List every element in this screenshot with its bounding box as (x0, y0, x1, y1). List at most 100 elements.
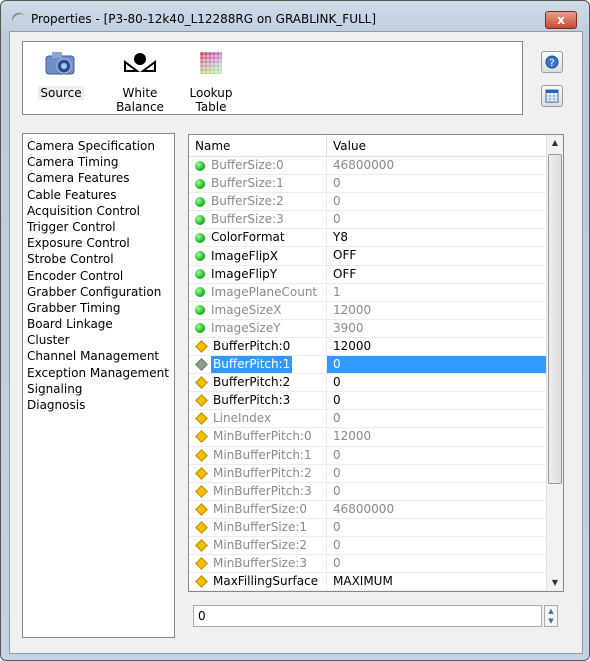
property-name-cell[interactable]: BufferPitch:0 (189, 337, 327, 356)
property-value-cell[interactable]: 0 (327, 555, 547, 572)
scroll-up-arrow[interactable]: ▲ (547, 138, 563, 147)
property-value-cell[interactable]: Y8 (327, 229, 547, 246)
property-value-cell[interactable]: 0 (327, 175, 547, 192)
property-name-cell[interactable]: BufferPitch:2 (189, 374, 327, 392)
table-row[interactable]: ColorFormat Y8 (189, 229, 547, 248)
property-value-cell[interactable]: OFF (327, 266, 547, 283)
property-value-cell[interactable]: 0 (327, 374, 547, 391)
property-value-cell[interactable]: 3900 (327, 320, 547, 337)
property-value-cell[interactable]: 0 (327, 519, 547, 536)
column-header-name[interactable]: Name (189, 135, 327, 156)
category-item[interactable]: Camera Timing (27, 154, 174, 170)
category-item[interactable]: Board Linkage (27, 316, 174, 332)
column-header-value[interactable]: Value (327, 135, 366, 156)
property-name-cell[interactable]: BufferSize:2 (189, 193, 327, 211)
table-row[interactable]: LineIndex 0 (189, 410, 547, 429)
table-row[interactable]: MinBufferPitch:3 0 (189, 482, 547, 501)
property-name-cell[interactable]: LineIndex (189, 410, 327, 428)
tool-white-balance[interactable]: White Balance (111, 48, 169, 114)
table-row[interactable]: BufferPitch:1 0 (189, 356, 547, 375)
category-item[interactable]: Exposure Control (27, 235, 174, 251)
category-item[interactable]: Camera Specification (27, 138, 174, 154)
spin-up-icon[interactable]: ▲ (545, 606, 557, 616)
property-value-cell[interactable]: 0 (327, 447, 547, 464)
value-spinner[interactable]: ▲ ▼ (544, 605, 558, 627)
category-item[interactable]: Encoder Control (27, 268, 174, 284)
property-name-cell[interactable]: ImageFlipY (189, 265, 327, 283)
table-view-button[interactable] (541, 85, 563, 107)
table-row[interactable]: BufferSize:3 0 (189, 211, 547, 230)
table-row[interactable]: MinBufferSize:0 46800000 (189, 500, 547, 519)
property-value-cell[interactable]: 0 (327, 211, 547, 228)
property-name-cell[interactable]: ImagePlaneCount (189, 283, 327, 301)
property-value-cell[interactable]: 0 (327, 356, 547, 374)
property-name-cell[interactable]: MinBufferSize:3 (189, 555, 327, 573)
property-name-cell[interactable]: MinBufferPitch:1 (189, 446, 327, 464)
property-value-cell[interactable]: 0 (327, 465, 547, 482)
category-item[interactable]: Diagnosis (27, 397, 174, 413)
property-value-cell[interactable]: 12000 (327, 338, 547, 355)
category-item[interactable]: Grabber Timing (27, 300, 174, 316)
property-name-cell[interactable]: BufferSize:3 (189, 211, 327, 229)
category-item[interactable]: Acquisition Control (27, 203, 174, 219)
table-row[interactable]: BufferSize:0 46800000 (189, 157, 547, 176)
table-row[interactable]: BufferPitch:2 0 (189, 374, 547, 393)
table-row[interactable]: BufferPitch:3 0 (189, 392, 547, 411)
property-name-cell[interactable]: MinBufferPitch:0 (189, 428, 327, 446)
property-value-cell[interactable]: 1 (327, 284, 547, 301)
property-value-cell[interactable]: OFF (327, 247, 547, 264)
table-row[interactable]: ImageFlipX OFF (189, 247, 547, 266)
tool-lookup-table[interactable]: Lookup Table (181, 48, 241, 114)
table-row[interactable]: MinBufferSize:1 0 (189, 518, 547, 537)
property-value-cell[interactable]: 0 (327, 537, 547, 554)
help-button[interactable]: ? (541, 51, 563, 73)
property-name-cell[interactable]: ImageSizeX (189, 301, 327, 319)
category-item[interactable]: Trigger Control (27, 219, 174, 235)
property-value-cell[interactable]: 12000 (327, 428, 547, 445)
close-button[interactable]: x (545, 11, 577, 29)
category-item[interactable]: Camera Features (27, 170, 174, 186)
property-value-cell[interactable]: 46800000 (327, 501, 547, 518)
spin-down-icon[interactable]: ▼ (545, 616, 557, 626)
property-value-cell[interactable]: 12000 (327, 302, 547, 319)
table-row[interactable]: BufferPitch:0 12000 (189, 337, 547, 357)
table-row[interactable]: BufferSize:1 0 (189, 175, 547, 194)
property-name-cell[interactable]: MaxFillingSurface (189, 573, 327, 591)
table-row[interactable]: MinBufferSize:3 0 (189, 555, 547, 574)
property-name-cell[interactable]: MinBufferPitch:3 (189, 482, 327, 500)
scroll-down-arrow[interactable]: ▼ (547, 578, 563, 587)
property-name-cell[interactable]: ImageFlipX (189, 247, 327, 265)
vertical-scrollbar[interactable]: ▲ ▼ (546, 135, 563, 591)
table-row[interactable]: ImageSizeY 3900 (189, 319, 547, 338)
table-row[interactable]: BufferSize:2 0 (189, 193, 547, 212)
table-row[interactable]: MinBufferPitch:0 12000 (189, 428, 547, 447)
table-row[interactable]: ImagePlaneCount 1 (189, 283, 547, 302)
category-item[interactable]: Channel Management (27, 348, 174, 364)
category-item[interactable]: Cable Features (27, 187, 174, 203)
property-name-cell[interactable]: MinBufferSize:2 (189, 536, 327, 555)
property-name-cell[interactable]: BufferPitch:1 (189, 356, 327, 374)
property-name-cell[interactable]: BufferSize:1 (189, 175, 327, 193)
property-value-cell[interactable]: 0 (327, 410, 547, 427)
table-row[interactable]: MinBufferPitch:1 0 (189, 446, 547, 465)
category-item[interactable]: Grabber Configuration (27, 284, 174, 300)
property-name-cell[interactable]: MinBufferSize:0 (189, 500, 327, 518)
property-name-cell[interactable]: MinBufferPitch:2 (189, 464, 327, 482)
property-value-cell[interactable]: 0 (327, 193, 547, 210)
property-value-cell[interactable]: 46800000 (327, 157, 547, 174)
property-name-cell[interactable]: ColorFormat (189, 229, 327, 247)
property-name-cell[interactable]: BufferPitch:3 (189, 392, 327, 410)
category-item[interactable]: Strobe Control (27, 251, 174, 267)
property-value-cell[interactable]: MAXIMUM (327, 573, 547, 590)
table-row[interactable]: MinBufferSize:2 0 (189, 536, 547, 556)
table-row[interactable]: MaxFillingSurface MAXIMUM (189, 573, 547, 591)
table-row[interactable]: ImageFlipY OFF (189, 265, 547, 284)
category-item[interactable]: Exception Management (27, 365, 174, 381)
category-item[interactable]: Signaling (27, 381, 174, 397)
property-value-cell[interactable]: 0 (327, 483, 547, 500)
property-value-cell[interactable]: 0 (327, 392, 547, 409)
property-name-cell[interactable]: ImageSizeY (189, 319, 327, 337)
tool-source[interactable]: Source (31, 48, 91, 100)
table-row[interactable]: ImageSizeX 12000 (189, 301, 547, 320)
table-row[interactable]: MinBufferPitch:2 0 (189, 464, 547, 483)
